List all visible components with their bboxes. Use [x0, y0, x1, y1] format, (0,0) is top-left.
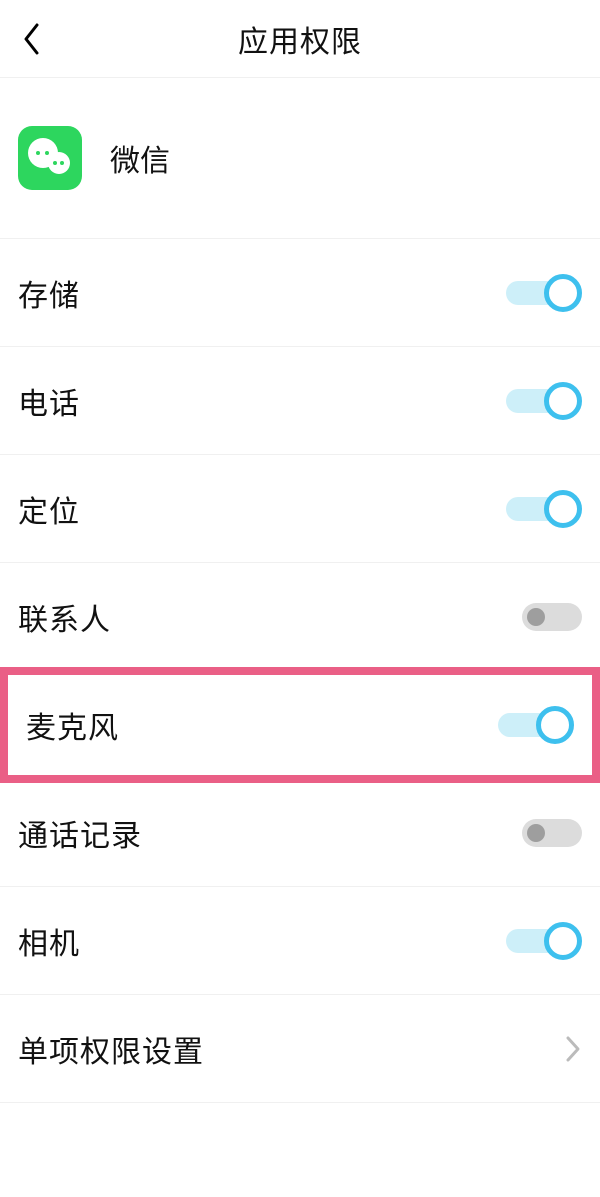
- toggle-storage[interactable]: [506, 273, 582, 313]
- wechat-icon: [18, 126, 82, 190]
- permission-camera: 相机: [0, 887, 600, 995]
- permission-label: 相机: [18, 919, 80, 963]
- app-name: 微信: [110, 136, 170, 180]
- toggle-knob: [536, 706, 574, 744]
- chevron-right-icon: [564, 1035, 582, 1063]
- toggle-knob: [527, 608, 545, 626]
- back-button[interactable]: [10, 17, 54, 61]
- app-row: 微信: [0, 78, 600, 239]
- toggle-camera[interactable]: [506, 921, 582, 961]
- permission-calllog: 通话记录: [0, 779, 600, 887]
- permission-label: 麦克风: [26, 703, 119, 747]
- toggle-phone[interactable]: [506, 381, 582, 421]
- toggle-knob: [527, 824, 545, 842]
- toggle-knob: [544, 382, 582, 420]
- permission-mic: 麦克风: [0, 667, 600, 783]
- permission-label: 联系人: [18, 595, 111, 639]
- page-title: 应用权限: [238, 17, 362, 61]
- permission-list: 存储电话定位联系人麦克风通话记录相机: [0, 239, 600, 995]
- permission-label: 电话: [18, 379, 80, 423]
- toggle-knob: [544, 922, 582, 960]
- permission-contacts: 联系人: [0, 563, 600, 671]
- toggle-knob: [544, 274, 582, 312]
- permission-label: 通话记录: [18, 811, 142, 855]
- chevron-left-icon: [22, 23, 42, 55]
- toggle-location[interactable]: [506, 489, 582, 529]
- permission-storage: 存储: [0, 239, 600, 347]
- permission-label: 存储: [18, 271, 80, 315]
- more-label: 单项权限设置: [18, 1027, 204, 1071]
- single-permission-settings[interactable]: 单项权限设置: [0, 995, 600, 1103]
- permission-label: 定位: [18, 487, 80, 531]
- toggle-contacts[interactable]: [506, 597, 582, 637]
- header: 应用权限: [0, 0, 600, 78]
- toggle-knob: [544, 490, 582, 528]
- permission-phone: 电话: [0, 347, 600, 455]
- permission-location: 定位: [0, 455, 600, 563]
- toggle-calllog[interactable]: [506, 813, 582, 853]
- toggle-mic[interactable]: [498, 705, 574, 745]
